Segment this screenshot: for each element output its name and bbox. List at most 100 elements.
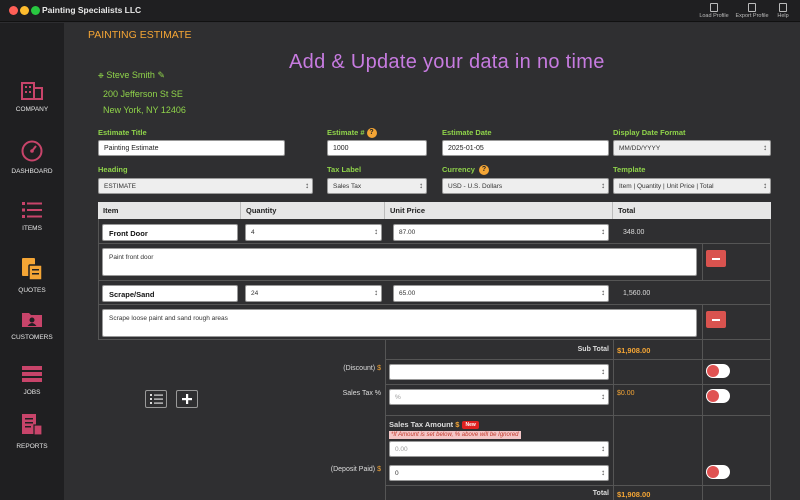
estimate-title-input[interactable]: Painting Estimate — [98, 140, 285, 156]
help-icon[interactable]: ? — [366, 128, 377, 139]
column-header-total: Total — [613, 202, 771, 219]
row-total: 1,560.00 — [623, 290, 651, 297]
sidebar-item-dashboard[interactable]: DASHBOARD — [0, 140, 64, 175]
column-header-quantity: Quantity — [241, 202, 385, 219]
sidebar-item-customers[interactable]: CUSTOMERS — [0, 310, 64, 341]
sales-tax-pct-label: Sales Tax % — [342, 390, 381, 397]
help-icon[interactable]: ? — [479, 165, 490, 176]
template-select[interactable]: Item | Quantity | Unit Price | Total — [613, 178, 771, 194]
edit-icon[interactable]: ✎ — [157, 70, 165, 80]
summary-divider — [385, 359, 770, 360]
tax-label-label: Tax Label — [327, 165, 362, 174]
row-total: 348.00 — [623, 229, 645, 236]
discount-label-text: (Discount) — [343, 365, 376, 372]
delete-row-button[interactable] — [706, 250, 726, 267]
sales-tax-amount-label-text: Sales Tax Amount — [389, 420, 454, 429]
summary-border — [770, 339, 771, 500]
deposit-input[interactable]: 0 — [389, 465, 609, 481]
table-border — [98, 219, 99, 339]
sales-tax-note: *If Amount is set below, % above will be… — [389, 431, 521, 439]
table-divider — [98, 339, 771, 340]
zoom-window-button[interactable] — [31, 6, 40, 15]
quantity-stepper[interactable]: 24 — [245, 285, 382, 302]
sidebar: COMPANY DASHBOARD ITEMS QUOTES CUSTOMERS… — [0, 23, 64, 500]
summary-border — [385, 339, 386, 500]
jobs-icon — [22, 366, 42, 382]
help-button[interactable]: Help — [775, 3, 791, 19]
sidebar-item-label: CUSTOMERS — [11, 334, 53, 341]
summary-divider — [385, 485, 770, 486]
sidebar-item-label: JOBS — [23, 389, 41, 396]
delete-row-button[interactable] — [706, 311, 726, 328]
estimate-number-label: Estimate #? — [327, 128, 377, 139]
currency-label: Currency ? — [442, 165, 490, 176]
estimate-date-label: Estimate Date — [442, 128, 492, 137]
main-content: PAINTING ESTIMATE Add & Update your data… — [64, 23, 800, 500]
item-name-input[interactable]: Front Door — [102, 224, 238, 241]
load-profile-button[interactable]: Load Profile — [698, 3, 730, 19]
table-divider — [702, 304, 703, 339]
summary-border — [613, 339, 614, 500]
sidebar-item-reports[interactable]: REPORTS — [0, 413, 64, 450]
load-profile-label: Load Profile — [699, 13, 729, 19]
deposit-toggle[interactable] — [706, 465, 730, 479]
sales-tax-amount-symbol: $ — [455, 420, 460, 429]
total-label: Total — [592, 490, 609, 497]
estimate-title-label: Estimate Title — [98, 128, 147, 137]
sidebar-item-quotes[interactable]: QUOTES — [0, 257, 64, 294]
sidebar-item-label: REPORTS — [16, 443, 48, 450]
reorder-items-button[interactable] — [145, 390, 167, 408]
estimate-number-input[interactable]: 1000 — [327, 140, 427, 156]
display-date-format-select[interactable]: MM/DD/YYYY — [613, 140, 771, 156]
close-window-button[interactable] — [9, 6, 18, 15]
total-value: $1,908.00 — [617, 490, 651, 499]
minimize-window-button[interactable] — [20, 6, 29, 15]
item-description-input[interactable]: Paint front door — [102, 248, 697, 276]
document-icon — [710, 3, 718, 12]
item-name-input[interactable]: Scrape/Sand — [102, 285, 238, 302]
sender-name: Steve Smith — [106, 70, 155, 80]
currency-select[interactable]: USD - U.S. Dollars — [442, 178, 609, 194]
estimate-date-input[interactable]: 2025-01-05 — [442, 140, 609, 156]
quantity-stepper[interactable]: 4 — [245, 224, 382, 241]
sidebar-item-label: DASHBOARD — [11, 168, 53, 175]
item-description-input[interactable]: Scrape loose paint and sand rough areas — [102, 309, 697, 337]
heading-select[interactable]: ESTIMATE — [98, 178, 313, 194]
list-icon — [22, 202, 42, 218]
numbered-list-icon — [150, 394, 163, 404]
discount-label: (Discount) $ — [264, 365, 381, 372]
tax-label-select[interactable]: Sales Tax — [327, 178, 427, 194]
sender-address2: New York, NY 12406 — [103, 105, 186, 115]
summary-divider — [385, 384, 770, 385]
sender-address1: 200 Jefferson St SE — [103, 88, 183, 99]
help-label: Help — [777, 13, 789, 19]
subtotal-label: Sub Total — [577, 346, 609, 353]
sales-tax-toggle[interactable] — [706, 389, 730, 403]
sidebar-item-company[interactable]: COMPANY — [0, 80, 64, 113]
export-profile-button[interactable]: Export Profile — [734, 3, 770, 19]
discount-input[interactable] — [389, 364, 609, 380]
page-title: PAINTING ESTIMATE — [88, 29, 192, 41]
gear-icon: ❉ — [98, 73, 104, 80]
add-item-button[interactable] — [176, 390, 198, 408]
sales-tax-amount-input[interactable]: 0.00 — [389, 441, 609, 457]
subtotal-value: $1,908.00 — [617, 346, 651, 355]
column-header-item: Item — [98, 202, 241, 219]
sidebar-item-items[interactable]: ITEMS — [0, 201, 64, 232]
sales-tax-pct-input[interactable]: % — [389, 389, 609, 405]
table-divider — [98, 243, 771, 244]
export-profile-label: Export Profile — [735, 13, 769, 19]
app-title: Painting Specialists LLC — [42, 5, 142, 15]
unit-price-stepper[interactable]: 65.00 — [393, 285, 609, 302]
display-date-format-label: Display Date Format — [613, 128, 686, 137]
unit-price-stepper[interactable]: 87.00 — [393, 224, 609, 241]
sidebar-item-jobs[interactable]: JOBS — [0, 365, 64, 396]
export-icon — [748, 3, 756, 12]
hero-heading: Add & Update your data in no time — [289, 51, 605, 73]
sender-name-row[interactable]: ❉ Steve Smith ✎ — [98, 67, 186, 86]
discount-toggle[interactable] — [706, 364, 730, 378]
reports-icon — [22, 414, 43, 436]
table-divider — [98, 280, 771, 281]
quotes-icon — [22, 258, 43, 281]
table-border — [770, 219, 771, 339]
